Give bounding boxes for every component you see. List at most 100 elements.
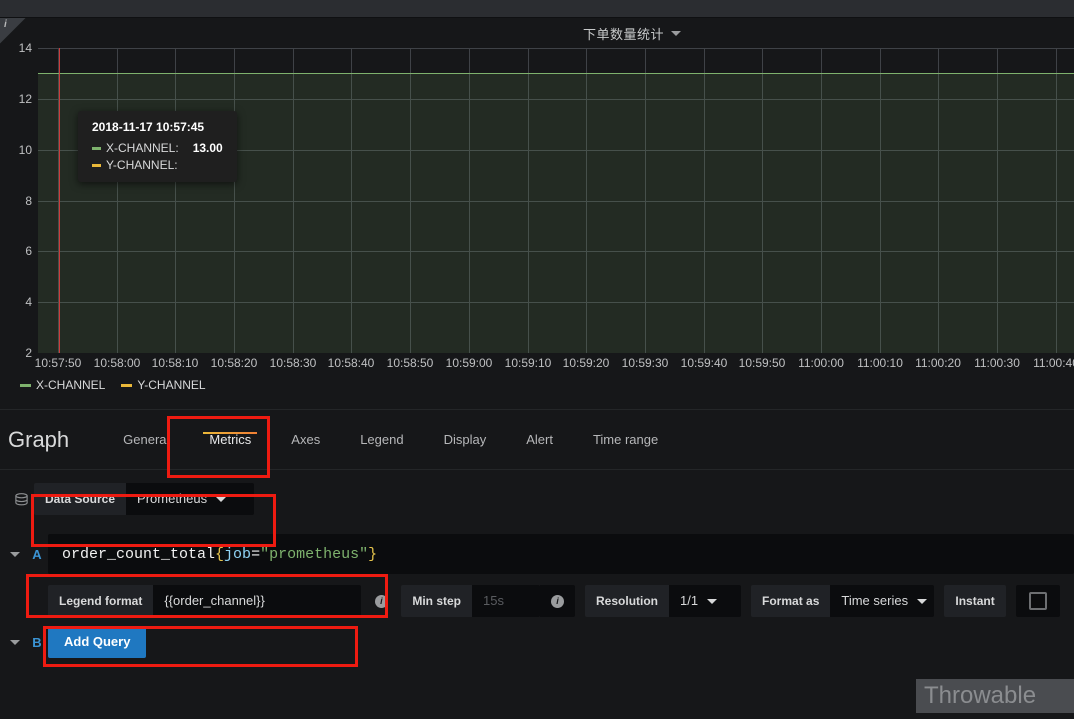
- chevron-down-icon: [216, 496, 227, 502]
- min-step-input[interactable]: 15s: [472, 585, 541, 617]
- format-as-value: Time series: [841, 593, 909, 608]
- x-axis-tick-label: 10:57:50: [34, 356, 82, 370]
- panel-title: 下单数量统计: [0, 24, 1074, 43]
- chevron-down-icon[interactable]: [671, 31, 681, 36]
- graph-panel: i 下单数量统计 14 12 10 8 6 4 2 2018-11-17 10:57:45 …: [0, 18, 1074, 410]
- throwable-overlay: Throwable: [916, 679, 1074, 713]
- legend-swatch: [20, 383, 31, 387]
- resolution-select[interactable]: 1/1: [669, 585, 742, 617]
- panel-header: i 下单数量统计: [0, 18, 1074, 48]
- y-axis-tick-label: 2: [25, 346, 32, 360]
- format-as-label: Format as: [751, 585, 831, 617]
- panel-editor: Graph General Metrics Axes Legend Displa…: [0, 410, 1074, 662]
- resolution-label: Resolution: [585, 585, 670, 617]
- add-query-button[interactable]: Add Query: [48, 626, 147, 658]
- tab-general[interactable]: General: [103, 410, 189, 470]
- query-collapse-toggle[interactable]: [4, 639, 26, 645]
- legend-label: X-CHANNEL: [36, 378, 106, 392]
- legend-swatch: [121, 383, 133, 387]
- editor-tab-bar: Graph General Metrics Axes Legend Displa…: [0, 410, 1074, 470]
- x-axis-tick-label: 10:58:00: [93, 356, 141, 370]
- legend-label: Y-CHANNEL: [137, 378, 206, 392]
- plot-area[interactable]: [38, 48, 1074, 353]
- tooltip-series-label: Y-CHANNEL:: [106, 158, 178, 172]
- query-token-label-value: "prometheus": [260, 545, 369, 563]
- instant-checkbox-wrapper[interactable]: [1015, 585, 1060, 617]
- query-row-b: B Add Query: [0, 622, 1074, 662]
- chart-legend: X-CHANNEL Y-CHANNEL: [20, 378, 206, 392]
- query-letter-a[interactable]: A: [26, 547, 48, 562]
- min-step-info-icon[interactable]: i: [540, 585, 576, 617]
- tab-alert[interactable]: Alert: [506, 410, 573, 470]
- query-collapse-toggle[interactable]: [4, 551, 26, 557]
- legend-format-input[interactable]: {{order_channel}}: [153, 585, 362, 617]
- tooltip-timestamp: 2018-11-17 10:57:45: [92, 120, 205, 134]
- x-axis-tick-label: 10:58:30: [269, 356, 317, 370]
- plot-wrapper: 14 12 10 8 6 4 2 2018-11-17 10:57:45 X-CHANNEL…: [0, 41, 1074, 392]
- query-row-a: A order_count_total{job = "prometheus"}: [0, 528, 1074, 580]
- tooltip-row: X-CHANNEL: 13.00: [92, 141, 223, 155]
- query-options-row: Legend format {{order_channel}} i Min st…: [0, 580, 1074, 622]
- panel-title-text[interactable]: 下单数量统计: [583, 24, 664, 43]
- instant-checkbox[interactable]: [1028, 592, 1047, 610]
- x-axis-tick-label: 10:58:10: [151, 356, 199, 370]
- chart-tooltip: 2018-11-17 10:57:45 X-CHANNEL: 13.00 Y-C…: [78, 111, 237, 182]
- datasource-row: Data Source Prometheus: [0, 470, 1074, 528]
- x-axis-tick-label: 10:59:00: [445, 356, 493, 370]
- query-token-open-brace: {: [215, 545, 225, 563]
- datasource-select[interactable]: Prometheus: [126, 483, 255, 515]
- tooltip-row: Y-CHANNEL:: [92, 158, 223, 172]
- x-axis-tick-label: 10:58:50: [386, 356, 434, 370]
- tooltip-series-value: 13.00: [192, 141, 223, 155]
- query-token-label-key: job: [224, 545, 252, 563]
- tab-legend[interactable]: Legend: [340, 410, 423, 470]
- y-axis-tick-label: 4: [25, 295, 32, 310]
- legend-item[interactable]: X-CHANNEL: [20, 378, 105, 392]
- x-axis-tick-label: 11:00:00: [798, 356, 844, 370]
- instant-label: Instant: [944, 585, 1006, 617]
- tab-metrics[interactable]: Metrics: [189, 410, 271, 470]
- x-axis-tick-label: 10:59:50: [738, 356, 786, 370]
- y-axis: 14 12 10 8 6 4 2: [0, 41, 38, 360]
- x-axis-tick-label: 10:59:20: [562, 356, 610, 370]
- y-axis-tick-label: 14: [18, 41, 32, 55]
- legend-item[interactable]: Y-CHANNEL: [121, 378, 206, 392]
- x-axis-tick-label: 11:00:40: [1033, 356, 1074, 370]
- crosshair-line: [59, 48, 60, 353]
- query-token-close-brace: }: [368, 545, 378, 563]
- resolution-value: 1/1: [680, 593, 699, 608]
- legend-format-label: Legend format: [48, 585, 154, 617]
- query-letter-b[interactable]: B: [26, 635, 48, 650]
- database-icon: [8, 492, 34, 507]
- tooltip-series-label: X-CHANNEL:: [106, 141, 179, 155]
- query-token-equals: =: [251, 545, 261, 563]
- x-axis-tick-label: 11:00:30: [974, 356, 1020, 370]
- x-axis-tick-label: 10:58:40: [327, 356, 375, 370]
- query-expression-input[interactable]: order_count_total{job = "prometheus"}: [48, 534, 1074, 574]
- tab-time-range[interactable]: Time range: [573, 410, 678, 470]
- tab-display[interactable]: Display: [424, 410, 507, 470]
- y-axis-tick-label: 10: [18, 142, 32, 157]
- y-axis-tick-label: 12: [18, 91, 32, 106]
- tab-axes[interactable]: Axes: [271, 410, 340, 470]
- x-axis-tick-label: 10:59:40: [680, 356, 728, 370]
- chevron-down-icon: [707, 598, 718, 604]
- series-line: [38, 73, 1074, 75]
- window-title-bar: [0, 0, 1074, 18]
- tooltip-series-swatch: [92, 163, 101, 167]
- format-as-select[interactable]: Time series: [830, 585, 935, 617]
- editor-title: Graph: [8, 426, 70, 452]
- y-axis-tick-label: 6: [25, 244, 32, 259]
- grid-line-horizontal: [38, 48, 1074, 49]
- legend-format-info-icon[interactable]: i: [361, 594, 401, 608]
- datasource-value: Prometheus: [137, 491, 208, 506]
- tooltip-series-swatch: [92, 146, 101, 150]
- x-axis-tick-label: 10:58:20: [210, 356, 258, 370]
- x-axis-tick-label: 11:00:10: [857, 356, 903, 370]
- chevron-down-icon: [917, 598, 928, 604]
- x-axis-tick-label: 10:59:10: [504, 356, 552, 370]
- y-axis-tick-label: 8: [25, 193, 32, 208]
- datasource-label: Data Source: [34, 483, 127, 515]
- x-axis: 10:57:50 10:58:00 10:58:10 10:58:20 10:58:30…: [34, 353, 1074, 375]
- min-step-label: Min step: [401, 585, 473, 617]
